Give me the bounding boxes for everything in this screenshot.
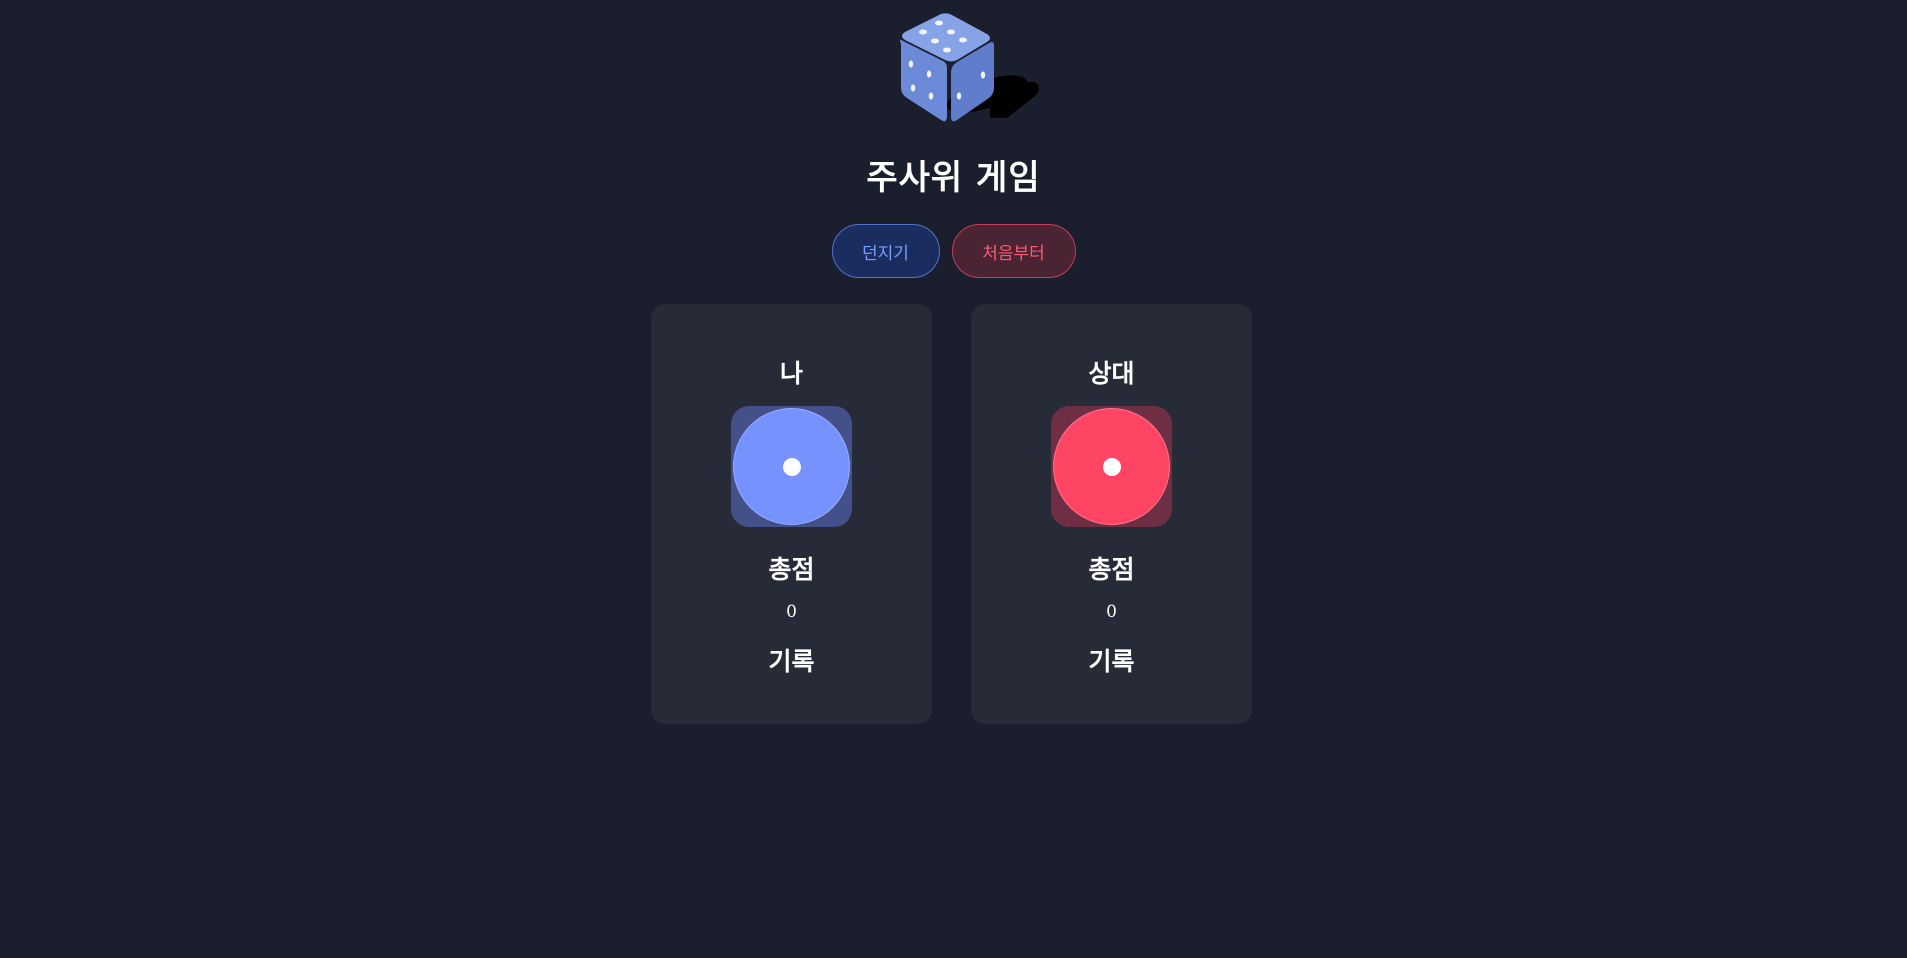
player-name: 나: [779, 359, 803, 388]
total-score: 0: [1106, 602, 1117, 622]
game-title: 주사위 게임: [866, 158, 1041, 198]
total-label: 총점: [768, 555, 815, 584]
roll-button[interactable]: 던지기: [831, 224, 940, 278]
opponent-die: [1051, 406, 1172, 527]
die-face: [1053, 408, 1170, 525]
player-card-me: 나 총점 0 기록: [651, 304, 932, 724]
history-label: 기록: [1088, 647, 1135, 676]
total-score: 0: [786, 602, 797, 622]
player-card-opponent: 상대 총점 0 기록: [971, 304, 1252, 724]
controls-bar: 던지기 처음부터: [0, 224, 1907, 278]
die-face: [733, 408, 850, 525]
die-pip: [1103, 458, 1121, 476]
total-label: 총점: [1088, 555, 1135, 584]
reset-button[interactable]: 처음부터: [951, 224, 1076, 278]
dice-logo-icon: [900, 13, 1039, 122]
history-label: 기록: [768, 647, 815, 676]
opponent-name: 상대: [1088, 359, 1135, 388]
die-pip: [783, 458, 801, 476]
player-die: [731, 406, 852, 527]
